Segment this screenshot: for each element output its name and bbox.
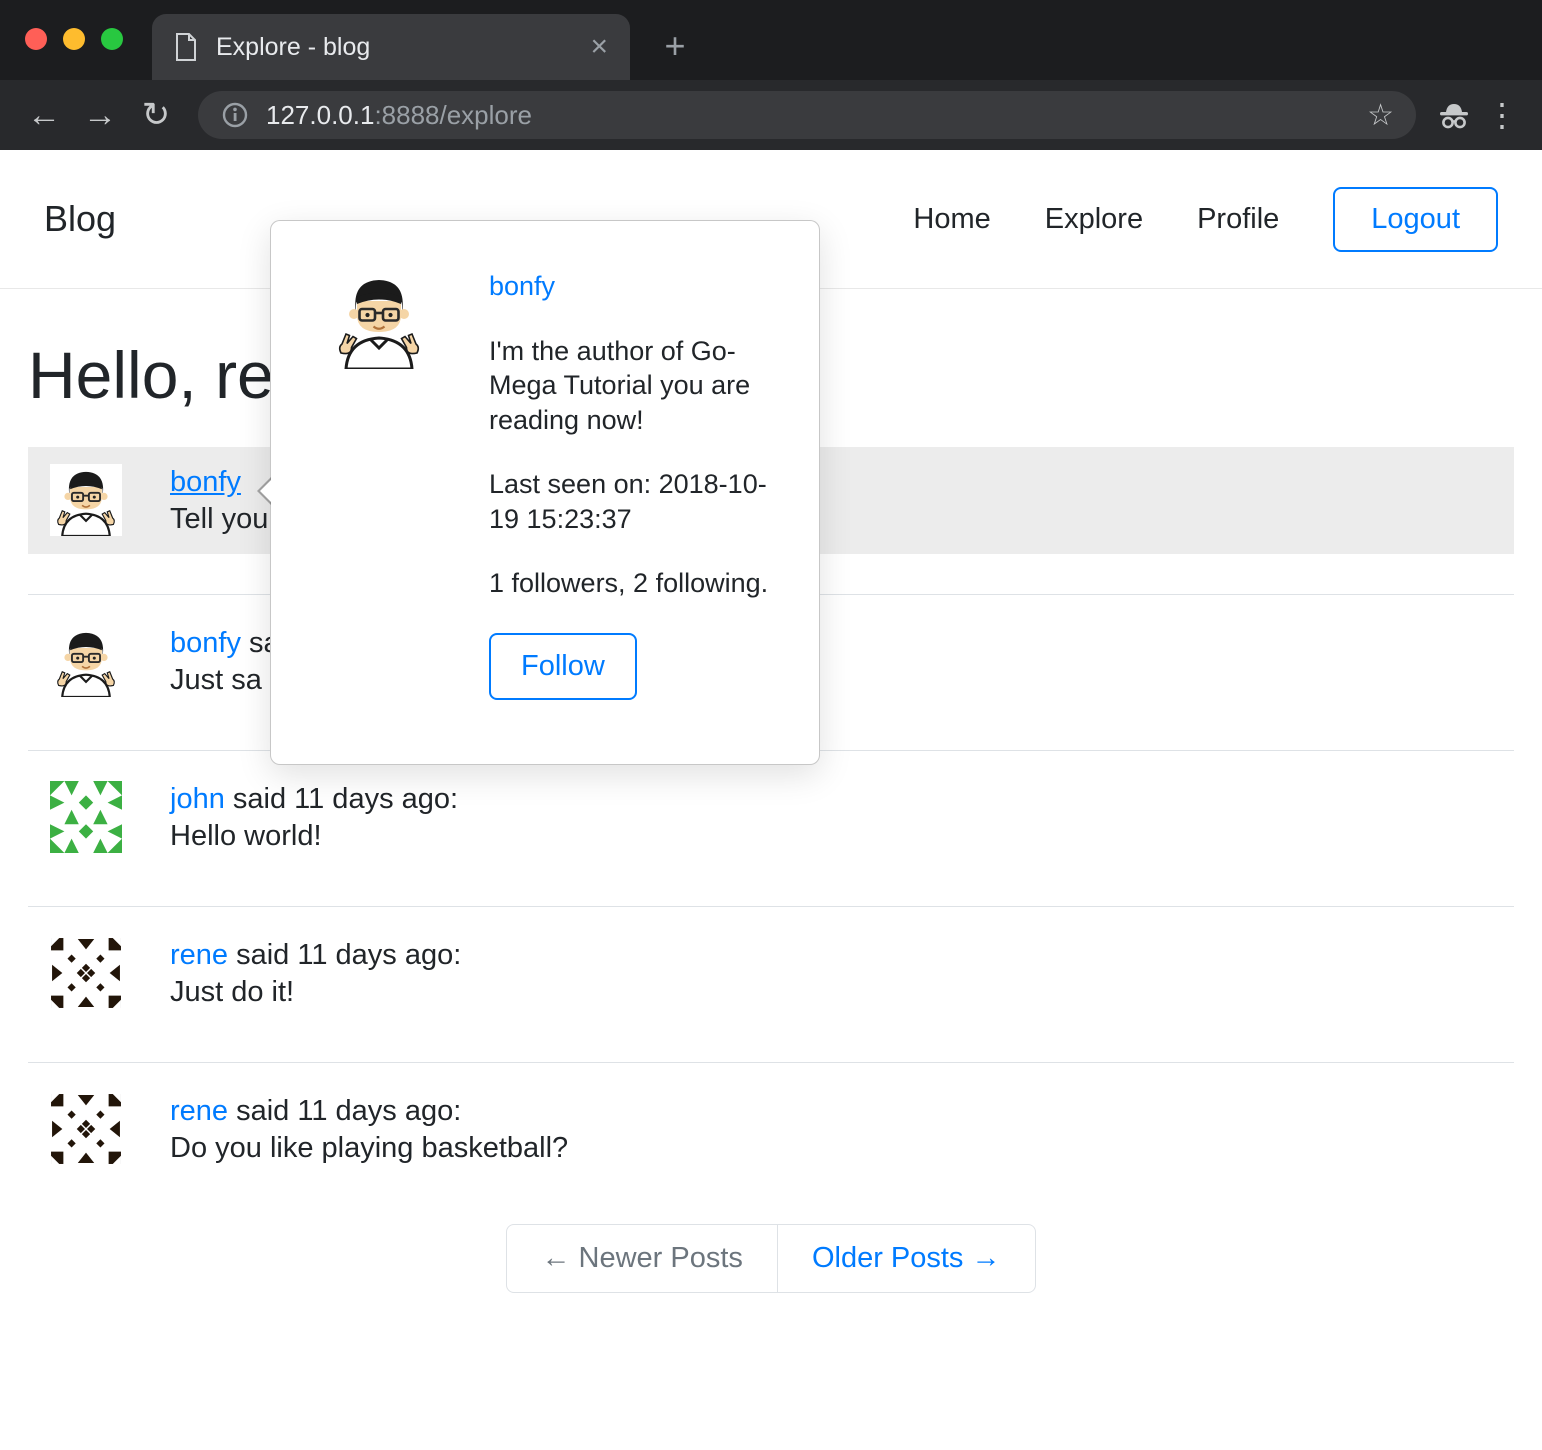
zoom-window-button[interactable] [101, 28, 123, 50]
url-text[interactable]: 127.0.0.1:8888/explore [266, 100, 532, 131]
tab-close-icon[interactable]: × [590, 32, 608, 62]
post-username-link[interactable]: rene [170, 939, 228, 971]
browser-menu-icon[interactable]: ⋮ [1478, 91, 1526, 139]
avatar-bonfy-large [329, 269, 429, 369]
avatar-john[interactable] [50, 781, 122, 853]
logout-button[interactable]: Logout [1333, 187, 1498, 252]
post-meta-line: rene said 11 days ago: [170, 1093, 568, 1130]
browser-tab[interactable]: Explore - blog × [152, 14, 630, 80]
browser-window: Explore - blog × + ← → ↻ 127.0.0.1:8888/… [0, 0, 1542, 1450]
forward-button[interactable]: → [72, 87, 128, 143]
post-username-link[interactable]: rene [170, 1095, 228, 1127]
bookmark-star-icon[interactable]: ☆ [1367, 98, 1394, 133]
post-meta-line: bonfy [170, 464, 268, 501]
nav-home[interactable]: Home [913, 203, 990, 236]
nav-explore[interactable]: Explore [1045, 203, 1143, 236]
avatar-rene[interactable] [50, 1093, 122, 1165]
post-meta: said 11 days ago: [236, 1095, 461, 1127]
reload-button[interactable]: ↻ [128, 87, 184, 143]
popover-username-link[interactable]: bonfy [489, 269, 555, 304]
post-row: rene said 11 days ago: Just do it! [28, 906, 1514, 1062]
nav-profile[interactable]: Profile [1197, 203, 1279, 236]
pagination: ← Newer Posts Older Posts → [28, 1224, 1514, 1293]
window-controls [25, 28, 123, 50]
popover-arrow [257, 477, 271, 505]
post-username-link[interactable]: bonfy [170, 466, 241, 498]
popover-about: I'm the author of Go-Mega Tutorial you a… [489, 334, 771, 438]
brand-link[interactable]: Blog [44, 198, 116, 240]
post-username-link[interactable]: bonfy [170, 627, 241, 659]
back-button[interactable]: ← [16, 87, 72, 143]
post-meta-line: rene said 11 days ago: [170, 937, 461, 974]
post-meta: said 11 days ago: [233, 783, 458, 815]
post-row: john said 11 days ago: Hello world! [28, 750, 1514, 906]
tab-bar: Explore - blog × + [0, 0, 1542, 80]
url-host: 127.0.0.1 [266, 100, 374, 130]
browser-toolbar: ← → ↻ 127.0.0.1:8888/explore ☆ ⋮ [0, 80, 1542, 150]
minimize-window-button[interactable] [63, 28, 85, 50]
popover-last-seen: Last seen on: 2018-10-19 15:23:37 [489, 467, 771, 536]
post-body: Just do it! [170, 974, 461, 1011]
newer-posts-link: ← Newer Posts [506, 1224, 777, 1293]
new-tab-button[interactable]: + [655, 26, 695, 66]
post-username-link[interactable]: john [170, 783, 225, 815]
address-bar[interactable]: 127.0.0.1:8888/explore ☆ [198, 91, 1416, 139]
post-meta: said 11 days ago: [236, 939, 461, 971]
popover-follow-stats: 1 followers, 2 following. [489, 566, 771, 601]
older-posts-link[interactable]: Older Posts → [778, 1224, 1036, 1293]
incognito-icon [1430, 91, 1478, 139]
url-path: :8888/explore [374, 100, 532, 130]
post-body: Hello world! [170, 818, 458, 855]
post-row: rene said 11 days ago: Do you like playi… [28, 1062, 1514, 1218]
post-body: Do you like playing basketball? [170, 1130, 568, 1167]
follow-button[interactable]: Follow [489, 633, 637, 700]
user-popover: bonfy I'm the author of Go-Mega Tutorial… [270, 220, 820, 765]
avatar-bonfy[interactable] [50, 625, 122, 697]
avatar-bonfy[interactable] [50, 464, 122, 536]
avatar-rene[interactable] [50, 937, 122, 1009]
post-meta-line: john said 11 days ago: [170, 781, 458, 818]
site-nav: Home Explore Profile Logout [913, 187, 1498, 252]
post-body: Tell you [170, 501, 268, 538]
page-info-icon[interactable] [220, 100, 250, 130]
close-window-button[interactable] [25, 28, 47, 50]
tab-title: Explore - blog [216, 33, 572, 62]
page-icon [174, 33, 198, 61]
